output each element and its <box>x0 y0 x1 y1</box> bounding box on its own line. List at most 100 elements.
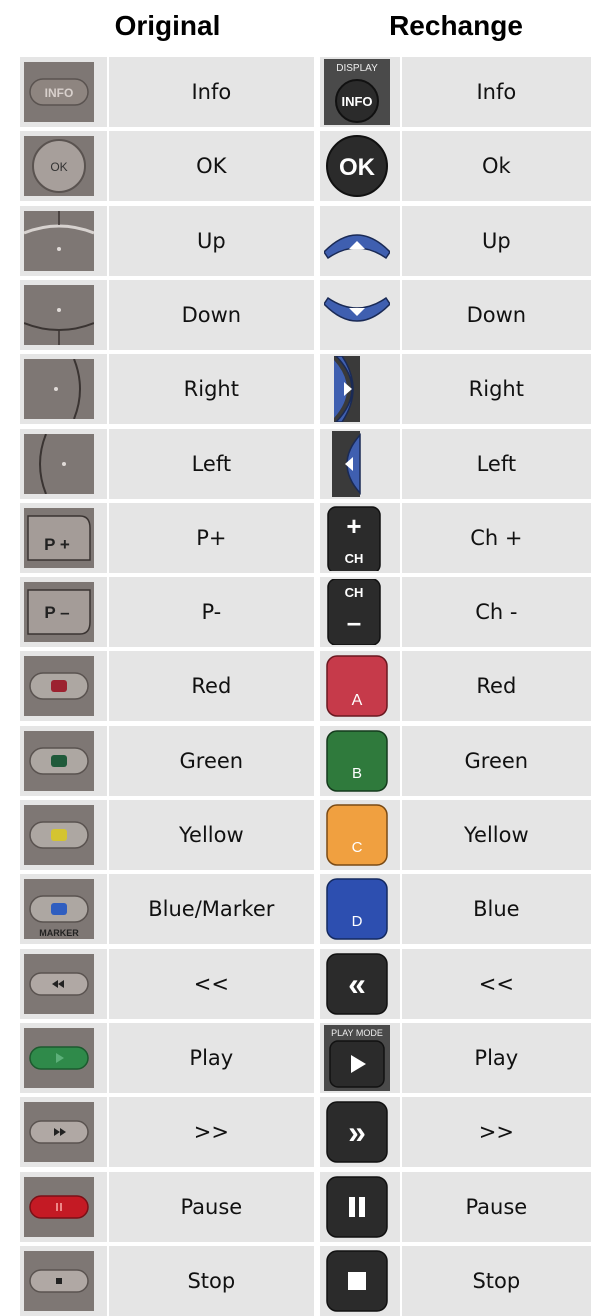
rechange-label-cell: Yellow <box>401 800 591 870</box>
table-row: INFO Info DISPLAY INFO Info <box>20 57 591 127</box>
d-blue-button-icon: D <box>326 878 388 941</box>
p-plus-icon-text: P + <box>44 535 70 554</box>
display-icon-text: DISPLAY <box>336 63 378 74</box>
original-label-cell: Red <box>108 651 314 722</box>
original-label: Stop <box>187 1268 236 1293</box>
rechange-label-cell: Play <box>401 1022 591 1093</box>
right-arrow-blue-icon <box>333 356 360 423</box>
original-label: OK <box>196 154 227 179</box>
table-row: Green B Green <box>20 725 591 796</box>
table-row: Stop Stop <box>20 1245 591 1316</box>
original-label-cell: OK <box>108 131 314 202</box>
rechange-label: Play <box>474 1045 519 1070</box>
original-icon-cell <box>20 279 107 350</box>
rechange-icon-cell: DISPLAY INFO <box>319 57 400 127</box>
original-label-cell: P- <box>108 577 314 648</box>
fast-forward-glyph: » <box>348 1114 366 1150</box>
original-label: Down <box>181 302 242 327</box>
table-row: Yellow C Yellow <box>20 800 591 870</box>
rechange-icon-cell: C <box>319 800 400 870</box>
rechange-icon-cell: B <box>319 725 400 796</box>
original-label: Red <box>191 674 232 699</box>
ok-icon-text-new: OK <box>339 154 376 181</box>
table-row: MARKER Blue/Marker D Blue <box>20 874 591 945</box>
ok-button-icon: OK <box>24 136 94 197</box>
rechange-label-cell: << <box>401 948 591 1019</box>
stop-button-icon <box>24 1250 94 1311</box>
rechange-icon-cell <box>319 279 400 350</box>
rechange-label: Green <box>464 748 529 773</box>
original-label-cell: Stop <box>108 1245 314 1316</box>
p-plus-button-icon: P + <box>24 507 94 568</box>
original-icon-cell <box>20 1097 107 1168</box>
left-arrow-blue-icon <box>331 430 361 497</box>
rechange-label: Left <box>476 451 517 476</box>
original-label-cell: Yellow <box>108 800 314 870</box>
original-label: P- <box>201 600 222 625</box>
table-row: << « << <box>20 948 591 1019</box>
table-row: Down Down <box>20 279 591 350</box>
original-icon-cell <box>20 725 107 796</box>
original-label: Left <box>191 451 232 476</box>
table-row: Pause Pause <box>20 1171 591 1242</box>
c-icon-text: C <box>352 839 363 856</box>
b-green-button-icon: B <box>326 729 388 792</box>
original-label-cell: Down <box>108 279 314 350</box>
rechange-label-cell: Up <box>401 205 591 276</box>
rewind-button-icon: « <box>326 952 388 1015</box>
pause-button-icon <box>24 1176 94 1237</box>
rechange-icon-cell <box>319 205 400 276</box>
info-icon-text-new: INFO <box>341 94 372 109</box>
mapping-table: Original Rechange INFO Info DISPLAY INFO Inf… <box>0 0 591 1316</box>
up-arrow-pad-icon <box>24 210 94 271</box>
rewind-glyph: « <box>348 966 366 1002</box>
rechange-label: Ch - <box>475 600 518 625</box>
rechange-label-cell: Left <box>401 428 591 499</box>
original-label: Yellow <box>179 823 244 847</box>
marker-icon-text: MARKER <box>39 928 79 938</box>
original-label: >> <box>193 1120 229 1145</box>
down-arrow-blue-icon <box>323 296 390 322</box>
rechange-label-cell: Right <box>401 354 591 425</box>
rechange-label-cell: Ch - <box>401 577 591 648</box>
original-label: Info <box>191 80 232 104</box>
d-icon-text: D <box>352 913 363 930</box>
table-row: Play PLAY MODE Play <box>20 1022 591 1093</box>
original-label: Play <box>189 1045 234 1070</box>
table-row: OK OK OK Ok <box>20 131 591 202</box>
original-label-cell: P+ <box>108 502 314 573</box>
ok-button-icon: OK <box>325 135 388 198</box>
original-icon-cell <box>20 205 107 276</box>
ch-minus-button-icon: CH – <box>327 579 381 646</box>
rechange-label: Blue <box>473 897 520 922</box>
ch-plus-button-icon: + CH <box>327 506 381 571</box>
stop-button-icon <box>326 1250 388 1312</box>
rechange-label-cell: Ch + <box>401 502 591 573</box>
ok-icon-text: OK <box>50 160 67 174</box>
rechange-label: Ok <box>481 154 511 179</box>
rechange-icon-cell <box>319 1245 400 1316</box>
original-label: Right <box>183 377 239 402</box>
p-minus-icon-text: P – <box>44 603 69 622</box>
original-label-cell: Pause <box>108 1171 314 1242</box>
ch-minus-icon-text: CH <box>345 585 364 600</box>
ch-plus-icon-text: CH <box>345 551 364 566</box>
rechange-label-cell: Info <box>401 57 591 127</box>
original-label-cell: >> <box>108 1097 314 1168</box>
rechange-label-cell: Green <box>401 725 591 796</box>
original-icon-cell <box>20 1022 107 1093</box>
fast-forward-button-icon: » <box>326 1101 388 1163</box>
rewind-button-icon <box>24 953 94 1014</box>
original-label: Pause <box>180 1194 243 1219</box>
original-icon-cell <box>20 651 107 722</box>
rechange-icon-cell <box>319 428 400 499</box>
original-label-cell: Right <box>108 354 314 425</box>
a-red-button-icon: A <box>326 655 388 718</box>
original-icon-cell <box>20 1245 107 1316</box>
rechange-label: Info <box>476 80 517 104</box>
ch-plus-icon-sign: + <box>346 511 361 541</box>
original-icon-cell <box>20 428 107 499</box>
left-arrow-pad-icon <box>24 433 94 494</box>
original-label-cell: Info <box>108 57 314 127</box>
rechange-icon-cell: PLAY MODE <box>319 1022 400 1093</box>
